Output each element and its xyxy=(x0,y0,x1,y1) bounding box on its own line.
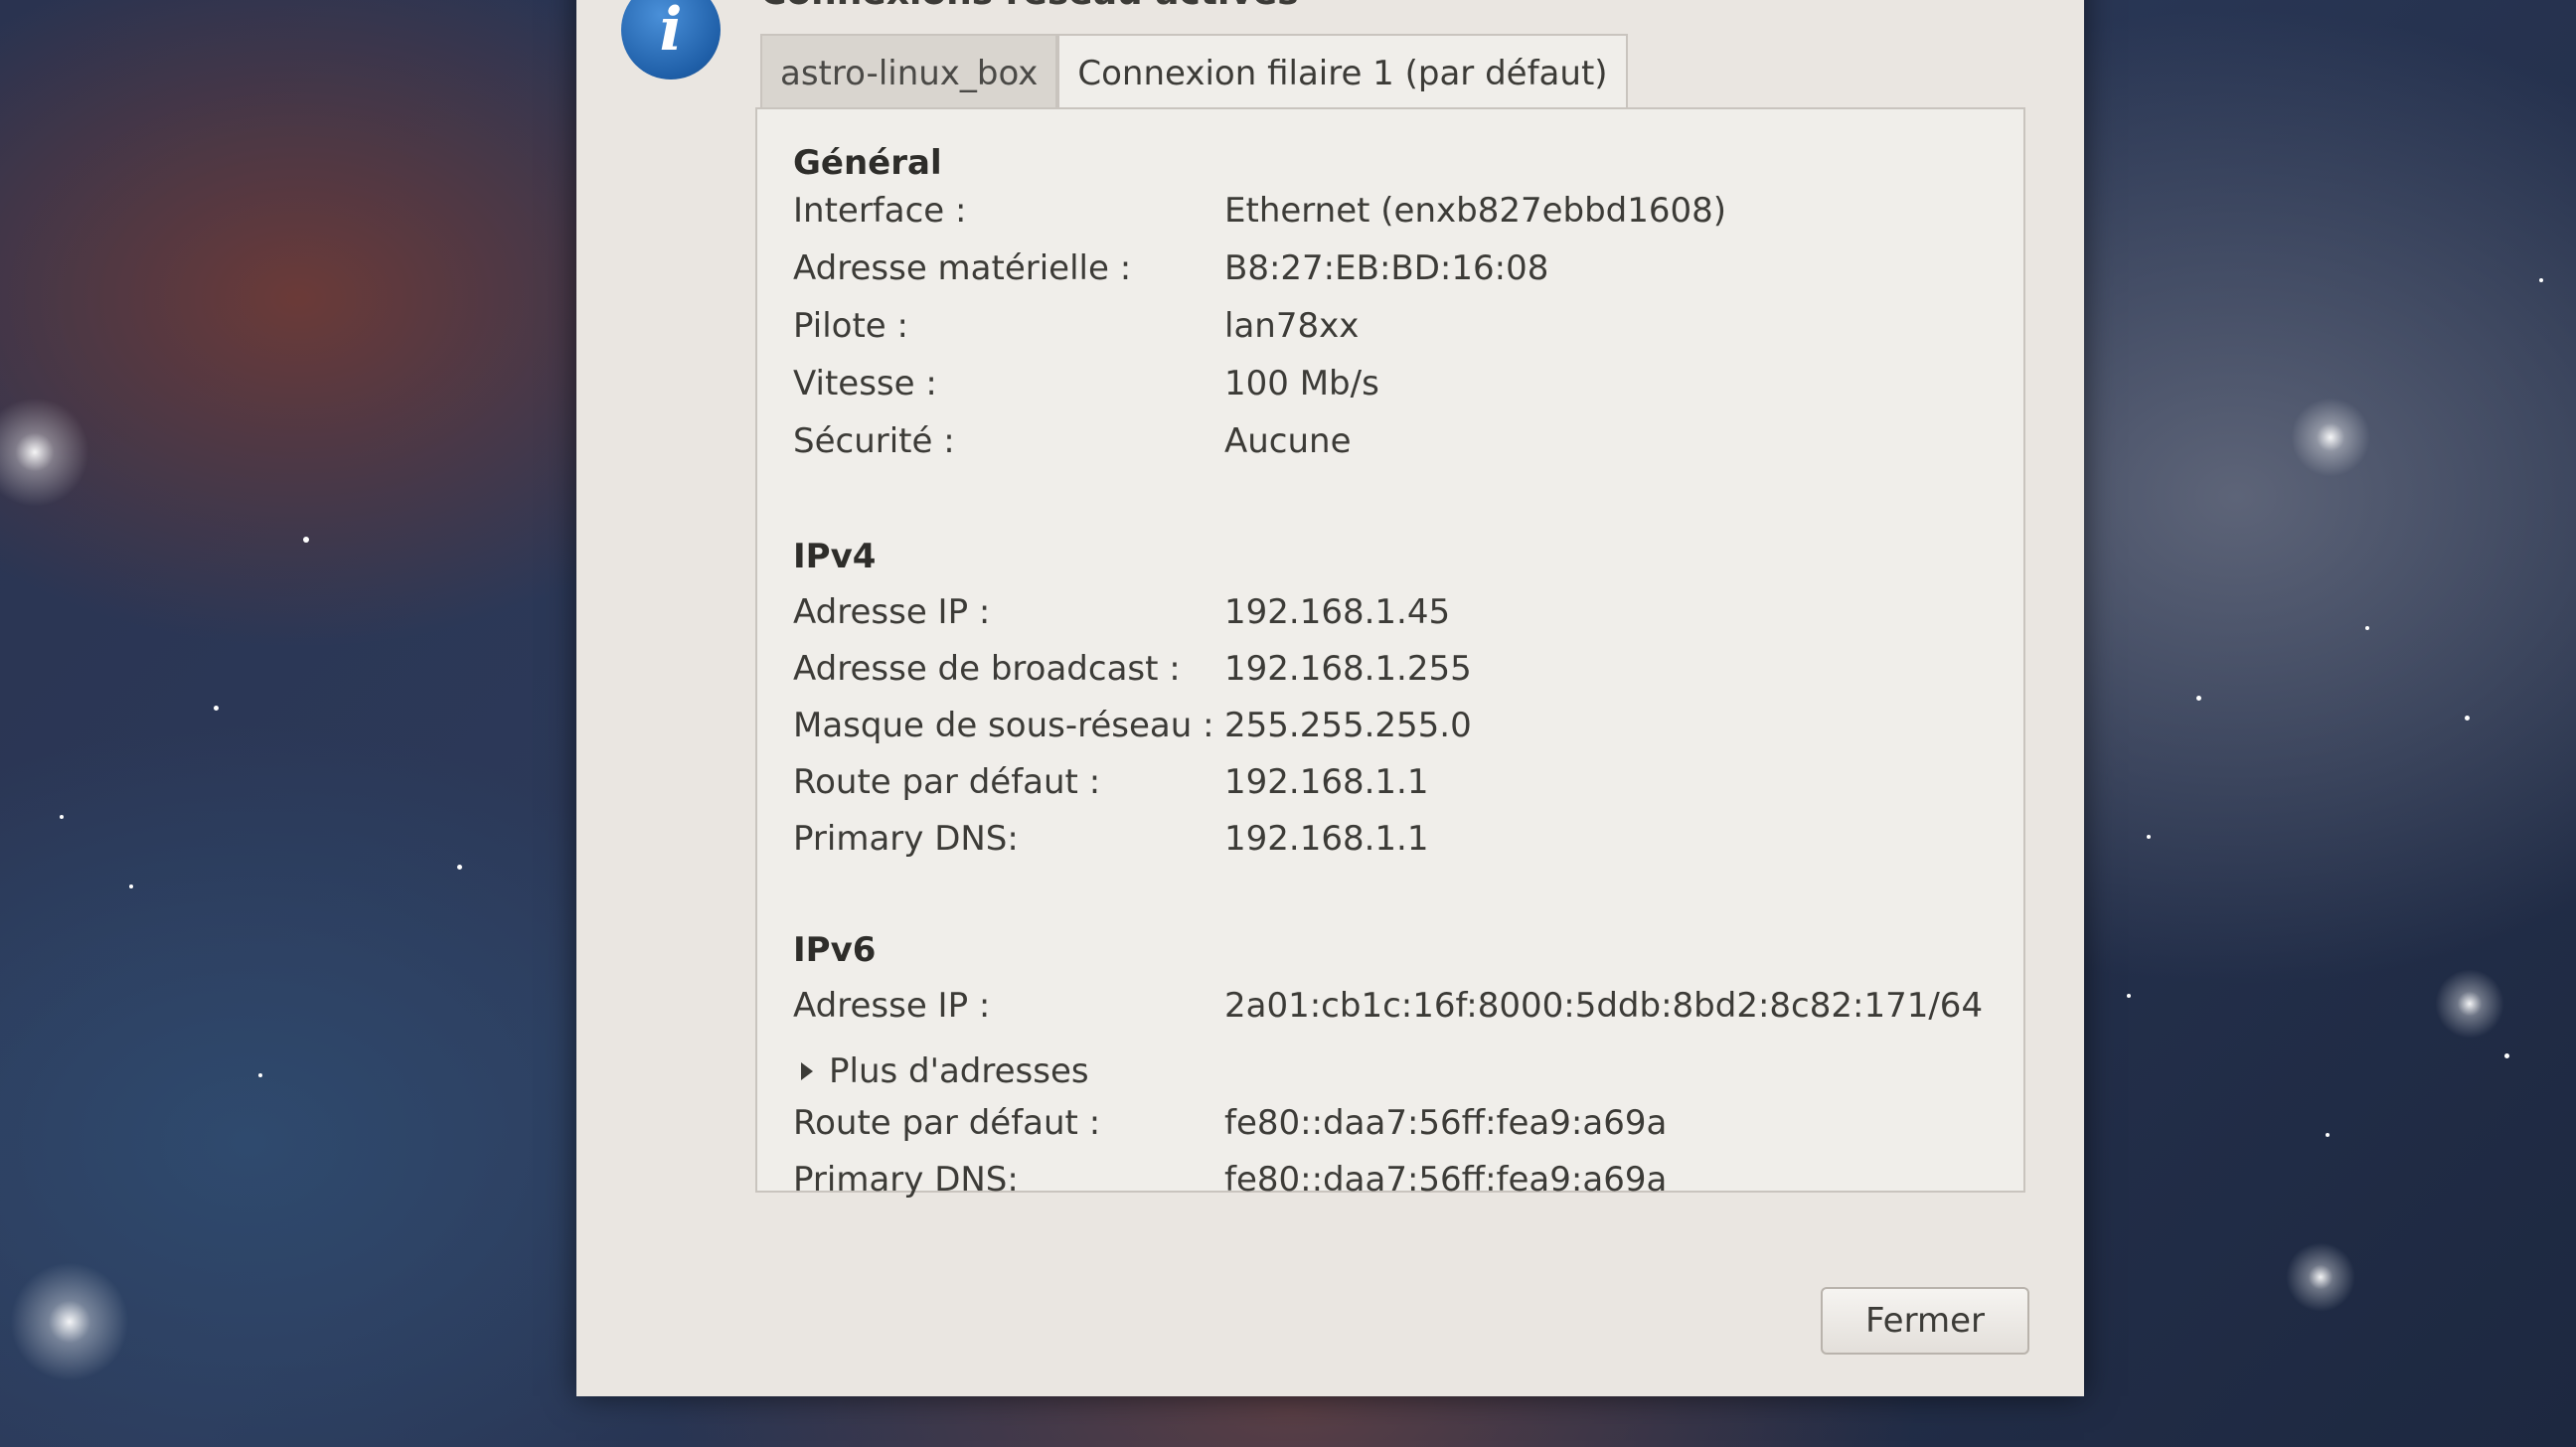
star xyxy=(2147,835,2151,839)
hardware-address-row: Adresse matérielle : B8:27:EB:BD:16:08 xyxy=(757,248,2023,300)
speed-label: Vitesse : xyxy=(793,364,937,403)
ipv6-primary-dns-value: fe80::daa7:56ff:fea9:a69a xyxy=(1224,1160,1668,1200)
star xyxy=(129,884,133,888)
ipv6-address-label: Adresse IP : xyxy=(793,986,991,1026)
driver-row: Pilote : lan78xx xyxy=(757,306,2023,358)
broadcast-value: 192.168.1.255 xyxy=(1224,649,1472,689)
ipv4-address-row: Adresse IP : 192.168.1.45 xyxy=(757,592,2023,644)
ipv4-primary-dns-row: Primary DNS: 192.168.1.1 xyxy=(757,819,2023,871)
broadcast-row: Adresse de broadcast : 192.168.1.255 xyxy=(757,649,2023,701)
more-addresses-expander[interactable]: Plus d'adresses xyxy=(801,1045,1089,1097)
star xyxy=(2539,278,2543,282)
info-icon: i xyxy=(621,0,721,80)
star xyxy=(2504,1053,2509,1058)
ipv6-heading: IPv6 xyxy=(793,930,877,970)
star xyxy=(2465,716,2470,721)
general-heading: Général xyxy=(793,143,942,183)
star xyxy=(457,865,462,870)
driver-value: lan78xx xyxy=(1224,306,1360,346)
bright-star xyxy=(2286,1242,2355,1312)
star xyxy=(258,1073,262,1077)
subnet-mask-row: Masque de sous-réseau : 255.255.255.0 xyxy=(757,706,2023,757)
hardware-address-label: Adresse matérielle : xyxy=(793,248,1132,288)
ipv4-address-value: 192.168.1.45 xyxy=(1224,592,1451,632)
security-value: Aucune xyxy=(1224,421,1352,461)
ipv4-address-label: Adresse IP : xyxy=(793,592,991,632)
ipv4-primary-dns-value: 192.168.1.1 xyxy=(1224,819,1429,859)
subnet-mask-label: Masque de sous-réseau : xyxy=(793,706,1214,745)
ipv6-default-route-value: fe80::daa7:56ff:fea9:a69a xyxy=(1224,1103,1668,1143)
tab-wired-connection-1[interactable]: Connexion filaire 1 (par défaut) xyxy=(1057,34,1628,109)
tab-astro-linux-box[interactable]: astro-linux_box xyxy=(760,34,1058,109)
broadcast-label: Adresse de broadcast : xyxy=(793,649,1181,689)
subnet-mask-value: 255.255.255.0 xyxy=(1224,706,1472,745)
driver-label: Pilote : xyxy=(793,306,908,346)
security-label: Sécurité : xyxy=(793,421,955,461)
close-button[interactable]: Fermer xyxy=(1821,1287,2029,1355)
star xyxy=(214,706,219,711)
interface-label: Interface : xyxy=(793,191,967,231)
network-info-dialog: i Connexions réseau actives astro-linux_… xyxy=(576,0,2084,1396)
connection-details-panel: Général Interface : Ethernet (enxb827ebb… xyxy=(755,107,2025,1200)
expand-arrow-icon xyxy=(801,1062,813,1080)
star xyxy=(2326,1133,2330,1137)
more-addresses-label: Plus d'adresses xyxy=(829,1051,1089,1091)
ipv4-default-route-value: 192.168.1.1 xyxy=(1224,762,1429,802)
interface-row: Interface : Ethernet (enxb827ebbd1608) xyxy=(757,191,2023,242)
star xyxy=(303,537,309,543)
dialog-title: Connexions réseau actives xyxy=(760,0,1299,13)
hardware-address-value: B8:27:EB:BD:16:08 xyxy=(1224,248,1549,288)
star xyxy=(60,815,64,819)
star xyxy=(2127,994,2131,998)
security-row: Sécurité : Aucune xyxy=(757,421,2023,473)
interface-value: Ethernet (enxb827ebbd1608) xyxy=(1224,191,1727,231)
speed-row: Vitesse : 100 Mb/s xyxy=(757,364,2023,415)
ipv4-default-route-row: Route par défaut : 192.168.1.1 xyxy=(757,762,2023,814)
bright-star xyxy=(2291,398,2370,477)
bright-star xyxy=(2435,969,2504,1039)
ipv4-default-route-label: Route par défaut : xyxy=(793,762,1101,802)
ipv4-primary-dns-label: Primary DNS: xyxy=(793,819,1019,859)
ipv6-default-route-row: Route par défaut : fe80::daa7:56ff:fea9:… xyxy=(757,1103,2023,1155)
ipv6-primary-dns-row: Primary DNS: fe80::daa7:56ff:fea9:a69a xyxy=(757,1160,2023,1211)
ipv4-heading: IPv4 xyxy=(793,537,877,576)
connection-tabs: astro-linux_box Connexion filaire 1 (par… xyxy=(760,34,1628,109)
star xyxy=(2365,626,2369,630)
bright-star xyxy=(0,398,89,507)
ipv6-address-value: 2a01:cb1c:16f:8000:5ddb:8bd2:8c82:171/64 xyxy=(1224,986,1984,1026)
ipv6-default-route-label: Route par défaut : xyxy=(793,1103,1101,1143)
star xyxy=(2196,696,2201,701)
ipv6-primary-dns-label: Primary DNS: xyxy=(793,1160,1019,1200)
bright-star xyxy=(10,1262,129,1381)
ipv6-address-row: Adresse IP : 2a01:cb1c:16f:8000:5ddb:8bd… xyxy=(757,986,2023,1038)
speed-value: 100 Mb/s xyxy=(1224,364,1379,403)
